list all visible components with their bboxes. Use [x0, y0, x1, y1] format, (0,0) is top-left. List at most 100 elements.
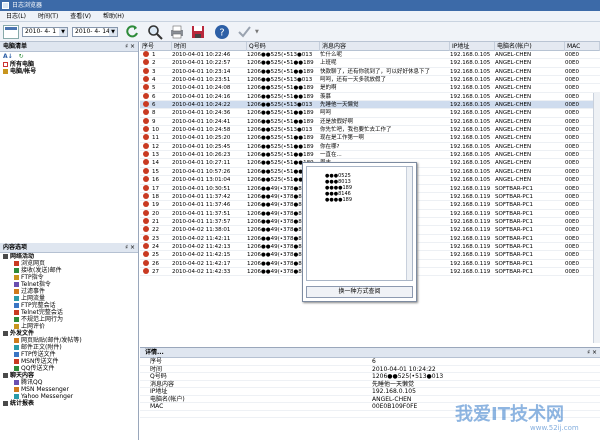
grid-scrollbar[interactable]: [593, 93, 600, 343]
table-row[interactable]: 6 2010-04-01 10:24:22 1206●●525(•513●013 先睡…: [140, 101, 600, 110]
tree-computer-account[interactable]: 电脑/帐号: [0, 68, 138, 75]
detail-row: IP地址 192.168.0.105: [140, 388, 600, 396]
menu-help[interactable]: 帮助(H): [99, 11, 128, 22]
content-option-item[interactable]: FTP传送文件: [0, 351, 138, 358]
column-header-ip[interactable]: IP地址: [450, 42, 495, 51]
content-option-item[interactable]: FTP指令: [0, 274, 138, 281]
column-header-message[interactable]: 消息内容: [320, 42, 450, 51]
checkbox-icon[interactable]: [3, 62, 8, 67]
table-cell: 先睡他一天懒觉: [320, 102, 359, 109]
menu-view[interactable]: 查看(V): [66, 11, 95, 22]
panel-pin-close[interactable]: ♯ ×: [125, 42, 135, 52]
qq-list-item[interactable]: ●●●●189: [307, 197, 412, 203]
qq-user-icon: [143, 242, 149, 249]
table-cell: 00E0: [565, 160, 579, 167]
table-row[interactable]: 1 2010-04-01 10:22:46 1206●●525(•513●013 忙什…: [140, 51, 600, 60]
table-row[interactable]: 11 2010-04-01 10:25:20 1206●●525(•51●●189 现…: [140, 134, 600, 143]
checkmark-icon[interactable]: [236, 24, 252, 40]
content-option-label: MSN Messenger: [21, 386, 69, 393]
content-option-item[interactable]: 网络活动: [0, 253, 138, 260]
chevron-down-icon[interactable]: ▼: [59, 28, 67, 36]
chevron-down-icon[interactable]: ▼: [109, 28, 117, 36]
content-option-label: Telnet完整会话: [21, 309, 63, 316]
content-option-item[interactable]: MSN Messenger: [0, 386, 138, 393]
content-option-item[interactable]: MSN传送文件: [0, 358, 138, 365]
content-option-item[interactable]: 不规范上网行为: [0, 316, 138, 323]
content-option-item[interactable]: FTP完整会话: [0, 302, 138, 309]
print-icon[interactable]: [169, 24, 185, 40]
content-option-item[interactable]: 上网评价: [0, 323, 138, 330]
table-row[interactable]: 5 2010-04-01 10:24:08 1206●●525(•51●●189 是的…: [140, 84, 600, 93]
table-cell: 2010-04-01 11:37:42: [172, 193, 231, 200]
content-option-item[interactable]: QQ传送文件: [0, 365, 138, 372]
content-option-item[interactable]: 上网流量: [0, 295, 138, 302]
content-option-item[interactable]: 网页贴贴(邮件/发帖等): [0, 337, 138, 344]
dropdown-arrow-icon[interactable]: ▼: [255, 29, 259, 35]
qq-user-icon: [143, 217, 149, 224]
menu-time[interactable]: 时间(T): [34, 11, 62, 22]
option-icon: [14, 394, 19, 399]
qq-user-icon: [143, 134, 149, 141]
refresh-icon[interactable]: [124, 24, 140, 40]
table-row[interactable]: 12 2010-04-01 10:25:45 1206●●525(•51●●189 你…: [140, 142, 600, 152]
date-to-picker[interactable]: 2010- 4- 14 ▼: [72, 27, 118, 37]
content-option-label: QQ传送文件: [21, 365, 55, 372]
column-header-mac[interactable]: MAC: [565, 42, 600, 51]
computers-panel-tools: A↓ ↻: [0, 52, 138, 61]
search-icon[interactable]: [147, 24, 163, 40]
content-option-item[interactable]: 统计报表: [0, 400, 138, 407]
table-cell: 192.168.0.105: [450, 152, 491, 159]
qq-user-icon: [143, 201, 149, 208]
table-cell: 1: [152, 52, 156, 58]
content-option-item[interactable]: Telnet指令: [0, 281, 138, 288]
column-header-computer[interactable]: 电脑名(帐户): [495, 42, 565, 51]
content-option-item[interactable]: 外发文件: [0, 330, 138, 337]
table-cell: 00E0: [565, 118, 579, 125]
help-icon[interactable]: ?: [214, 24, 230, 40]
panel-pin-close[interactable]: ♯ ×: [587, 348, 597, 358]
table-cell: ANGEL-CHEN: [495, 143, 532, 150]
save-icon[interactable]: [190, 24, 206, 40]
content-option-item[interactable]: 腾讯QQ: [0, 379, 138, 386]
option-icon: [14, 310, 19, 315]
calendar-icon[interactable]: [3, 25, 19, 39]
refresh-icon[interactable]: ↻: [19, 53, 24, 60]
tree-all-computers[interactable]: 所有电脑: [0, 61, 138, 68]
content-option-item[interactable]: 接收(发送)邮件: [0, 267, 138, 274]
content-option-item[interactable]: 浏览网页: [0, 260, 138, 267]
table-row[interactable]: 8 2010-04-01 10:24:36 1206●●525(•51●●189 呵呵…: [140, 109, 600, 118]
detail-value: 00E0B109F0FE: [372, 403, 418, 410]
date-from-picker[interactable]: 2010- 4- 1 ▼: [22, 27, 68, 37]
table-row[interactable]: 10 2010-04-01 10:24:58 1206●●525(•513●013 你…: [140, 126, 600, 135]
content-option-item[interactable]: 邮件正文(附件): [0, 344, 138, 351]
table-row[interactable]: 13 2010-04-01 10:26:23 1206●●525(•51●●189 一…: [140, 151, 600, 160]
table-cell: 00E0: [565, 52, 579, 58]
sort-az-icon[interactable]: A↓: [3, 53, 13, 60]
column-header-qq[interactable]: Q号码: [247, 42, 320, 51]
content-option-item[interactable]: 聊天内容: [0, 372, 138, 379]
table-cell: 23: [152, 235, 159, 242]
table-cell: 2010-04-01 10:27:11: [172, 160, 231, 167]
title-bar: 日志浏览器: [0, 0, 600, 11]
table-cell: ANGEL-CHEN: [495, 52, 532, 58]
table-row[interactable]: 3 2010-04-01 10:23:14 1206●●525(•51●●189 快款…: [140, 67, 600, 77]
content-option-item[interactable]: 过滤事件: [0, 288, 138, 295]
table-row[interactable]: 6 2010-04-01 10:24:16 1206●●525(•51●●189 羡慕…: [140, 92, 600, 102]
table-cell: 1206●●525(•513●013: [247, 77, 313, 84]
table-row[interactable]: 9 2010-04-01 10:24:41 1206●●525(•51●●189 还是…: [140, 117, 600, 127]
panel-pin-close[interactable]: ♯ ×: [125, 243, 135, 253]
qq-user-icon: [143, 142, 149, 149]
menu-log[interactable]: 日志(L): [2, 11, 30, 22]
column-header-time[interactable]: 时间: [172, 42, 247, 51]
switch-view-button[interactable]: 换一种方式查阅: [306, 286, 413, 298]
qq-user-icon: [143, 251, 149, 258]
table-row[interactable]: 2 2010-04-01 10:22:57 1206●●525(•51●●189 上班…: [140, 59, 600, 68]
content-option-item[interactable]: Telnet完整会话: [0, 309, 138, 316]
table-row[interactable]: 4 2010-04-01 10:23:51 1206●●525(•513●013 呵呵…: [140, 76, 600, 85]
option-icon: [14, 345, 19, 350]
content-option-item[interactable]: Yahoo Messenger: [0, 393, 138, 400]
popup-scrollbar[interactable]: [406, 167, 412, 280]
option-icon: [14, 387, 19, 392]
table-cell: 2010-04-01 10:24:36: [172, 110, 231, 117]
column-header-index[interactable]: 序号: [140, 42, 172, 51]
